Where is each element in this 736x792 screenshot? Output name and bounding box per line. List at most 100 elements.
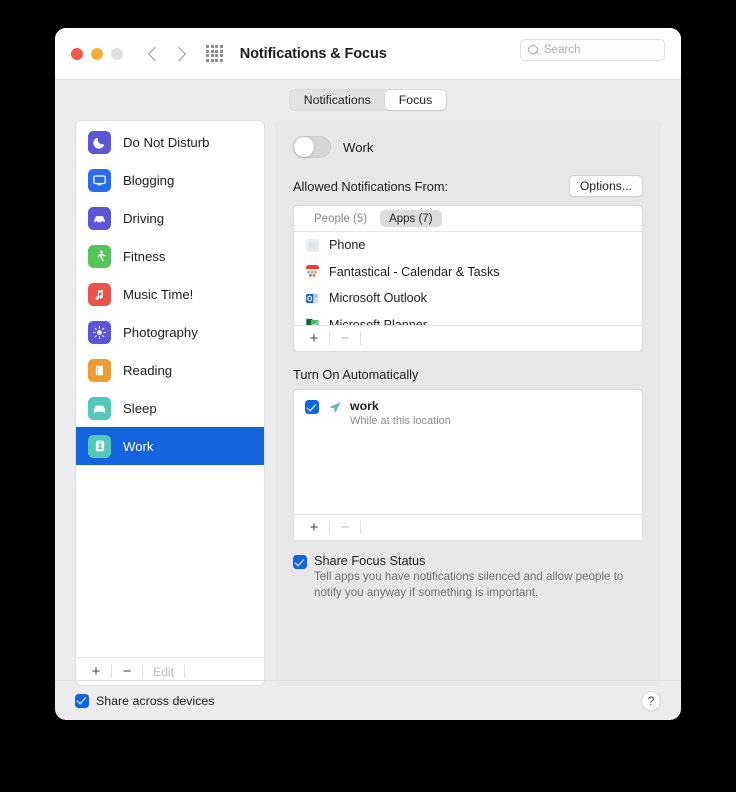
tab-notifications[interactable]: Notifications	[290, 90, 385, 110]
add-automation-button[interactable]: +	[303, 520, 325, 535]
minimize-button[interactable]	[91, 47, 103, 60]
bed-icon	[88, 396, 111, 420]
content-area: Do Not Disturb Blogging Driving Fitness Musi…	[55, 120, 681, 686]
share-focus-status-text: Share Focus Status Tell apps you have no…	[314, 554, 643, 601]
share-across-devices-label: Share across devices	[96, 693, 215, 708]
automation-text: work While at this location	[350, 399, 451, 430]
apps-list-footer: + −	[294, 325, 642, 351]
sidebar-item-reading[interactable]: Reading	[76, 351, 264, 389]
page-title: Notifications & Focus	[239, 45, 387, 62]
options-button[interactable]: Options...	[568, 175, 643, 197]
music-note-icon	[88, 282, 111, 306]
back-button[interactable]	[147, 46, 163, 61]
allowed-app-name: Fantastical - Calendar & Tasks	[329, 264, 500, 279]
zoom-button[interactable]	[111, 47, 123, 60]
help-button[interactable]: ?	[641, 690, 661, 711]
monitor-icon	[88, 168, 111, 192]
allowed-app-row[interactable]: Microsoft Outlook	[294, 285, 642, 312]
sidebar-item-fitness[interactable]: Fitness	[76, 237, 264, 275]
id-badge-icon	[88, 434, 111, 458]
divider	[329, 332, 330, 345]
moon-icon	[88, 130, 111, 154]
sun-icon	[88, 320, 111, 344]
automation-rows: work While at this location	[294, 390, 642, 514]
share-focus-status-description: Tell apps you have notifications silence…	[314, 570, 624, 599]
allowed-app-row[interactable]: Fantastical - Calendar & Tasks	[294, 259, 642, 286]
allowed-list-box: People (5) Apps (7) Phone Fantastical - C…	[293, 205, 643, 352]
allowed-apps-list[interactable]: Phone Fantastical - Calendar & Tasks Micro…	[294, 232, 642, 325]
divider	[329, 521, 330, 534]
location-arrow-icon	[329, 402, 341, 413]
outlook-app-icon	[305, 291, 320, 306]
segment-people[interactable]: People (5)	[305, 210, 376, 227]
search-input[interactable]: Search	[520, 39, 665, 61]
sidebar-item-music-time[interactable]: Music Time!	[76, 275, 264, 313]
planner-app-icon	[305, 317, 320, 325]
sidebar-item-driving[interactable]: Driving	[76, 199, 264, 237]
toggle-knob	[294, 137, 314, 157]
remove-app-button[interactable]: −	[334, 331, 356, 346]
allowed-app-name: Microsoft Planner	[329, 317, 427, 325]
traffic-light-buttons	[71, 47, 123, 60]
divider	[111, 665, 112, 678]
close-button[interactable]	[71, 47, 83, 60]
show-all-grid-icon[interactable]	[206, 45, 223, 62]
phone-app-icon	[305, 238, 320, 253]
divider	[360, 332, 361, 345]
sidebar-item-label: Driving	[123, 210, 165, 226]
divider	[360, 521, 361, 534]
search-placeholder: Search	[544, 44, 581, 56]
allowed-app-row[interactable]: Phone	[294, 232, 642, 259]
allowed-app-name: Microsoft Outlook	[329, 291, 427, 306]
sidebar-item-work[interactable]: Work	[76, 427, 264, 465]
navigation-buttons	[147, 46, 187, 61]
automation-checkbox[interactable]	[305, 400, 319, 414]
window-bottom-bar: Share across devices ?	[55, 680, 681, 720]
edit-focus-button[interactable]: Edit	[147, 665, 180, 679]
tab-focus[interactable]: Focus	[384, 90, 447, 110]
divider	[142, 665, 143, 678]
book-icon	[88, 358, 111, 382]
segment-apps[interactable]: Apps (7)	[380, 210, 442, 227]
sidebar-item-blogging[interactable]: Blogging	[76, 161, 264, 199]
search-icon	[528, 44, 539, 56]
add-focus-button[interactable]: +	[85, 664, 107, 679]
sidebar-item-label: Reading	[123, 362, 173, 378]
focus-enable-row: Work	[293, 136, 643, 158]
forward-button[interactable]	[171, 46, 187, 61]
sidebar-item-photography[interactable]: Photography	[76, 313, 264, 351]
sidebar-item-label: Do Not Disturb	[123, 134, 210, 150]
system-preferences-window: Notifications & Focus Search Notificatio…	[55, 28, 681, 720]
automation-list-box: work While at this location + −	[293, 389, 643, 541]
allowed-app-name: Phone	[329, 238, 366, 253]
runner-icon	[88, 244, 111, 268]
fantastical-app-icon	[305, 264, 320, 279]
turn-on-automatically-title: Turn On Automatically	[293, 367, 419, 382]
remove-focus-button[interactable]: −	[116, 664, 138, 679]
chevron-right-icon	[171, 46, 187, 61]
allowed-notifications-header: Allowed Notifications From: Options...	[293, 175, 643, 197]
sidebar-item-do-not-disturb[interactable]: Do Not Disturb	[76, 123, 264, 161]
focus-name-label: Work	[343, 139, 374, 155]
add-app-button[interactable]: +	[303, 331, 325, 346]
remove-automation-button[interactable]: −	[334, 520, 356, 535]
sidebar-item-sleep[interactable]: Sleep	[76, 389, 264, 427]
divider	[184, 665, 186, 678]
segmented-control: Notifications Focus	[288, 89, 448, 111]
sidebar-item-label: Fitness	[123, 248, 166, 264]
automation-subtitle: While at this location	[350, 415, 451, 428]
car-icon	[88, 206, 111, 230]
focus-detail-pane: Work Allowed Notifications From: Options…	[275, 120, 661, 686]
automation-row[interactable]: work While at this location	[305, 399, 642, 430]
share-focus-status-checkbox[interactable]	[293, 555, 307, 569]
focus-list: Do Not Disturb Blogging Driving Fitness Musi…	[76, 121, 264, 657]
share-across-devices-checkbox[interactable]	[75, 693, 89, 708]
automation-list-footer: + −	[294, 514, 642, 540]
focus-sidebar: Do Not Disturb Blogging Driving Fitness Musi…	[75, 120, 265, 686]
share-focus-status-label: Share Focus Status	[314, 554, 426, 568]
sidebar-item-label: Blogging	[123, 172, 175, 188]
allowed-app-row[interactable]: Microsoft Planner	[294, 312, 642, 325]
sidebar-item-label: Photography	[123, 324, 198, 340]
tab-bar: Notifications Focus	[55, 80, 681, 120]
focus-toggle-switch[interactable]	[293, 136, 331, 158]
